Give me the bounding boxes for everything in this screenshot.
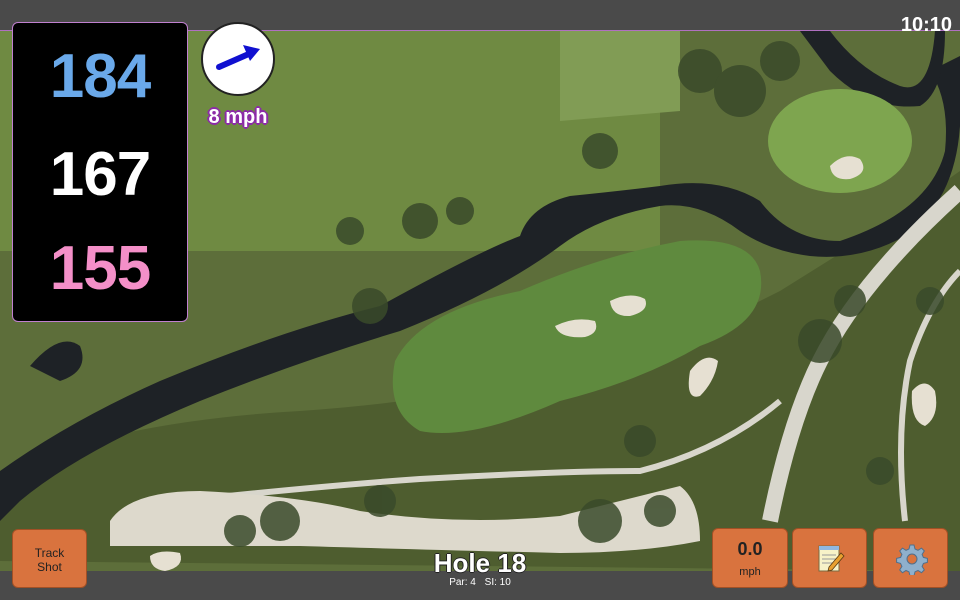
track-shot-label-line2: Shot (37, 560, 62, 574)
track-shot-label-line1: Track (34, 546, 65, 560)
center-yardage: 167 (49, 140, 151, 209)
hole-title: Hole 18 (433, 548, 527, 578)
speed-unit: mph (739, 566, 761, 578)
hole-par: Par: 4 (449, 577, 476, 588)
clock: 10:10 (900, 14, 952, 36)
front-yardage: 155 (49, 234, 151, 303)
notes-button[interactable] (792, 528, 867, 588)
settings-button[interactable] (873, 528, 948, 588)
hole-info: Par: 4 SI: 10 (380, 577, 580, 588)
yardage-panel: 184 167 155 (12, 22, 188, 322)
hole-stroke-index: SI: 10 (484, 577, 511, 588)
gear-icon (896, 544, 928, 575)
back-yardage: 184 (49, 42, 151, 111)
speed-button[interactable]: 0.0 mph (712, 528, 788, 588)
wind-speed: 8 mph (208, 106, 268, 128)
wind-direction-indicator (201, 22, 275, 96)
track-shot-button[interactable]: Track Shot (12, 529, 87, 588)
arrow-icon (216, 45, 260, 70)
speed-value: 0.0 (737, 539, 763, 559)
notepad-icon (818, 545, 845, 572)
